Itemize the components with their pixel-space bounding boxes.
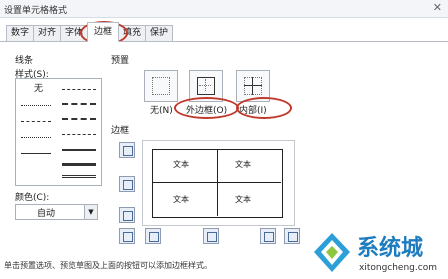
preview-cell-2: 文本 bbox=[235, 160, 251, 169]
highlight-outline bbox=[174, 97, 239, 119]
border-middle-h-button[interactable] bbox=[119, 176, 135, 192]
preset-outline-icon bbox=[197, 77, 215, 95]
watermark: 系统城 xitongcheng.com bbox=[309, 226, 448, 279]
tab-alignment[interactable]: 对齐 bbox=[33, 25, 61, 41]
line-style-dotted-2[interactable] bbox=[21, 137, 51, 138]
line-style-dashed[interactable] bbox=[21, 121, 51, 122]
line-style-slanted[interactable] bbox=[62, 134, 96, 135]
preset-none-button[interactable] bbox=[144, 70, 178, 102]
preview-cell-4: 文本 bbox=[235, 195, 251, 204]
border-middle-v-icon bbox=[207, 232, 217, 242]
border-top-icon bbox=[123, 146, 133, 156]
color-select[interactable]: 自动 ▼ bbox=[15, 204, 98, 220]
preset-none-icon bbox=[152, 77, 170, 95]
watermark-url: xitongcheng.com bbox=[359, 263, 437, 273]
border-top-button[interactable] bbox=[119, 142, 135, 158]
dialog-title: 设置单元格格式 bbox=[4, 6, 68, 16]
preset-none-label: 无(N) bbox=[150, 106, 173, 116]
color-label: 颜色(C): bbox=[15, 193, 50, 203]
diagonal-down-icon bbox=[288, 232, 298, 242]
line-style-thin[interactable] bbox=[21, 153, 51, 154]
border-label: 边框 bbox=[111, 126, 130, 136]
title-bar: 设置单元格格式 ✕ bbox=[0, 0, 448, 18]
watermark-brand: 系统城 bbox=[357, 236, 424, 261]
border-diag-down-button[interactable] bbox=[284, 228, 300, 244]
line-style-double[interactable] bbox=[62, 175, 96, 178]
inside-inner-v bbox=[252, 77, 253, 95]
line-style-list[interactable]: 无 bbox=[15, 78, 102, 186]
line-style-dash-dot[interactable] bbox=[62, 89, 96, 90]
preview-inner-h bbox=[152, 182, 281, 183]
preview-cell-1: 文本 bbox=[173, 160, 189, 169]
tab-protection[interactable]: 保护 bbox=[145, 25, 173, 41]
inside-inner-h bbox=[244, 85, 262, 86]
line-style-thick[interactable] bbox=[62, 163, 96, 166]
line-style-medium[interactable] bbox=[62, 149, 96, 151]
tab-border[interactable]: 边框 bbox=[87, 22, 119, 42]
watermark-logo-icon bbox=[314, 233, 350, 272]
border-left-button[interactable] bbox=[145, 228, 161, 244]
close-icon[interactable]: ✕ bbox=[433, 1, 442, 14]
line-style-medium-dashed[interactable] bbox=[62, 118, 96, 120]
border-right-icon bbox=[264, 232, 274, 242]
tab-strip: 数字 对齐 字体 边框 填充 保护 bbox=[0, 21, 448, 45]
border-preview[interactable]: 文本 文本 文本 文本 bbox=[142, 140, 295, 226]
footer-hint: 单击预置选项、预览草图及上面的按钮可以添加边框样式。 bbox=[4, 261, 212, 270]
preset-inside-icon bbox=[244, 77, 262, 95]
border-middle-v-button[interactable] bbox=[203, 228, 219, 244]
chevron-down-icon[interactable]: ▼ bbox=[84, 205, 97, 219]
line-group-label: 线条 bbox=[15, 56, 34, 66]
border-diag-up-button[interactable] bbox=[119, 228, 135, 244]
diagonal-up-icon bbox=[123, 232, 133, 242]
border-bottom-button[interactable] bbox=[119, 207, 135, 223]
outline-inner-h bbox=[199, 85, 211, 86]
line-style-none[interactable]: 无 bbox=[34, 81, 43, 94]
tab-number[interactable]: 数字 bbox=[6, 25, 34, 41]
line-style-dotted[interactable] bbox=[21, 105, 51, 106]
highlight-inside bbox=[236, 97, 292, 119]
border-right-button[interactable] bbox=[260, 228, 276, 244]
border-middle-h-icon bbox=[123, 180, 133, 190]
line-style-medium-dash-dot[interactable] bbox=[62, 103, 96, 105]
border-left-icon bbox=[149, 232, 159, 242]
preview-cell-3: 文本 bbox=[173, 195, 189, 204]
color-value: 自动 bbox=[37, 209, 56, 219]
border-bottom-icon bbox=[123, 211, 133, 221]
preset-label: 预置 bbox=[111, 56, 130, 66]
